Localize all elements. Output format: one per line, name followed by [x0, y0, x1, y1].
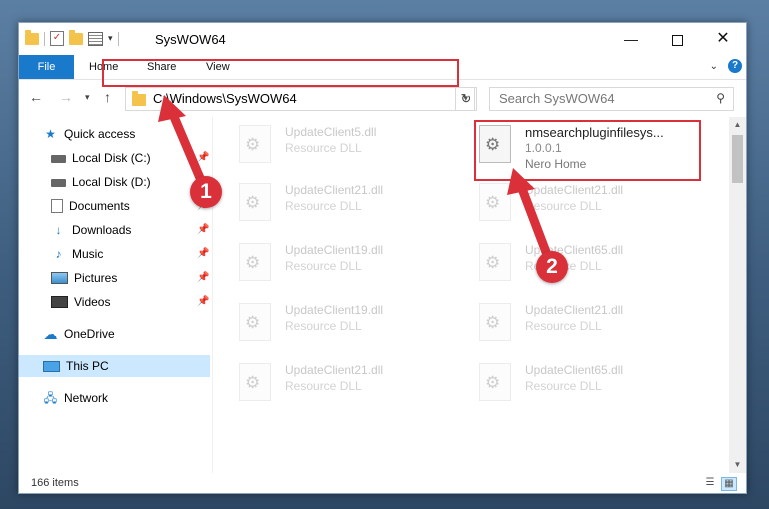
arrow-to-address-bar — [167, 107, 205, 183]
annotation-arrows — [158, 95, 551, 257]
arrow-head-address — [158, 95, 186, 122]
arrow-to-file — [516, 181, 551, 257]
step-1-badge: 1 — [190, 176, 222, 208]
step-2-badge: 2 — [536, 251, 568, 283]
arrow-head-file — [507, 168, 535, 195]
